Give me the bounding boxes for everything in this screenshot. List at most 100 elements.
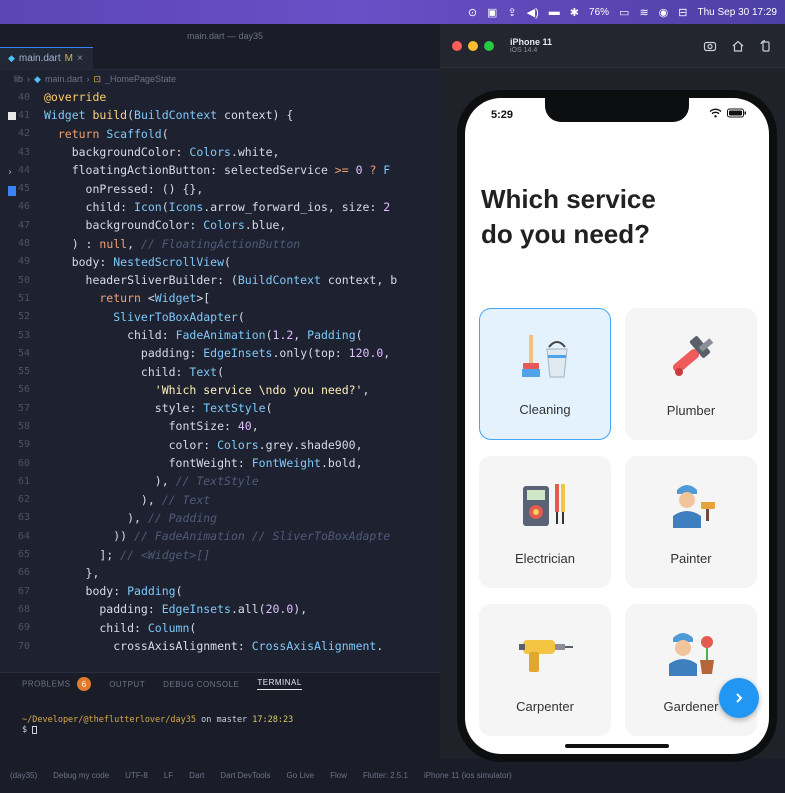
- screenshot-icon[interactable]: [703, 39, 717, 53]
- code-line[interactable]: 61 ), // TextStyle: [0, 472, 450, 490]
- code-line[interactable]: 69 child: Column(: [0, 619, 450, 637]
- code-line[interactable]: 51 return <Widget>[: [0, 289, 450, 307]
- display-icon[interactable]: ▣: [487, 6, 497, 19]
- code-line[interactable]: 55 child: Text(: [0, 362, 450, 380]
- wifi-icon[interactable]: ≋: [639, 6, 648, 19]
- code-token: (: [237, 309, 245, 324]
- tab-output[interactable]: OUTPUT: [109, 680, 145, 689]
- home-icon[interactable]: [731, 39, 745, 53]
- code-text: child: FadeAnimation(1.2, Padding(: [44, 328, 362, 342]
- tab-problems[interactable]: PROBLEMS 6: [22, 677, 92, 691]
- code-line[interactable]: 52 SliverToBoxAdapter(: [0, 308, 450, 326]
- tab-main-dart[interactable]: ◆ main.dart M ×: [0, 47, 93, 69]
- code-line[interactable]: 68 padding: EdgeInsets.all(20.0),: [0, 600, 450, 618]
- status-item[interactable]: Flow: [330, 771, 347, 780]
- control-center-icon[interactable]: ⊟: [678, 6, 687, 19]
- status-item[interactable]: (day35): [10, 771, 37, 780]
- folding-chevron-icon[interactable]: ›: [8, 167, 16, 179]
- service-card-plumber[interactable]: Plumber: [625, 308, 757, 440]
- macos-menubar: ⊙ ▣ ⇪ ◀) ▬ ✱ 76% ▭ ≋ ◉ ⊟ Thu Sep 30 17:2…: [0, 0, 785, 24]
- status-item[interactable]: LF: [164, 771, 173, 780]
- code-line[interactable]: 48 ) : null, // FloatingActionButton: [0, 234, 450, 252]
- code-line[interactable]: 44 floatingActionButton: selectedService…: [0, 161, 450, 179]
- code-line[interactable]: 54 padding: EdgeInsets.only(top: 120.0,: [0, 344, 450, 362]
- code-line[interactable]: 65 ]; // <Widget>[]: [0, 545, 450, 563]
- status-item[interactable]: iPhone 11 (ios simulator): [424, 771, 512, 780]
- code-line[interactable]: 67 body: Padding(: [0, 582, 450, 600]
- code-line[interactable]: 57 style: TextStyle(: [0, 399, 450, 417]
- status-item[interactable]: UTF-8: [125, 771, 148, 780]
- flag-icon[interactable]: ▬: [549, 6, 560, 18]
- code-line[interactable]: 46 child: Icon(Icons.arrow_forward_ios, …: [0, 198, 450, 216]
- minimize-window-button[interactable]: [468, 40, 478, 51]
- code-line[interactable]: 63 ), // Padding: [0, 509, 450, 527]
- line-number: 64: [17, 530, 30, 542]
- code-token: .bold,: [320, 456, 363, 471]
- bluetooth-icon[interactable]: ✱: [570, 6, 579, 19]
- battery-percent[interactable]: 76%: [589, 7, 609, 18]
- code-line[interactable]: 45 onPressed: () {},: [0, 179, 450, 197]
- close-window-button[interactable]: [452, 40, 462, 51]
- tab-debug-console[interactable]: DEBUG CONSOLE: [163, 680, 239, 689]
- code-line[interactable]: 59 color: Colors.grey.shade900,: [0, 436, 450, 454]
- status-item[interactable]: Dart DevTools: [220, 771, 270, 780]
- tab-terminal[interactable]: TERMINAL: [257, 678, 302, 690]
- status-item[interactable]: Flutter: 2.5.1: [363, 771, 408, 780]
- code-line[interactable]: 43 backgroundColor: Colors.white,: [0, 143, 450, 161]
- status-item[interactable]: Dart: [189, 771, 204, 780]
- menubar-clock[interactable]: Thu Sep 30 17:29: [697, 7, 777, 18]
- code-line[interactable]: 60 fontWeight: FontWeight.bold,: [0, 454, 450, 472]
- code-line[interactable]: 42 return Scaffold(: [0, 125, 450, 143]
- status-item[interactable]: Go Live: [287, 771, 315, 780]
- battery-icon[interactable]: ▭: [619, 6, 629, 19]
- code-line[interactable]: 58 fontSize: 40,: [0, 417, 450, 435]
- user-icon[interactable]: ◉: [659, 6, 669, 19]
- service-card-carpenter[interactable]: Carpenter: [479, 604, 611, 736]
- code-token: ];: [44, 547, 121, 562]
- code-editor[interactable]: 40 @override 41 Widget build(BuildContext c…: [0, 88, 450, 672]
- breadcrumb-item[interactable]: main.dart: [45, 74, 83, 84]
- code-token: .: [376, 639, 384, 654]
- code-line[interactable]: 41 Widget build(BuildContext context) {: [0, 106, 450, 124]
- terminal[interactable]: ~/Developer/@theflutterlover/day35 on ma…: [0, 695, 450, 735]
- service-card-electrician[interactable]: Electrician: [479, 456, 611, 588]
- status-item[interactable]: Debug my code: [53, 771, 109, 780]
- code-line[interactable]: 47 backgroundColor: Colors.blue,: [0, 216, 450, 234]
- chevron-right-icon: ›: [27, 74, 31, 84]
- code-line[interactable]: 56 'Which service \ndo you need?',: [0, 381, 450, 399]
- service-label: Painter: [670, 551, 712, 566]
- line-number: 56: [17, 384, 30, 396]
- next-fab-button[interactable]: [719, 678, 759, 718]
- service-card-painter[interactable]: Painter: [625, 456, 757, 588]
- code-line[interactable]: 70 crossAxisAlignment: CrossAxisAlignmen…: [0, 637, 450, 655]
- home-indicator[interactable]: [565, 744, 669, 748]
- code-line[interactable]: 50 headerSliverBuilder: (BuildContext co…: [0, 271, 450, 289]
- zoom-window-button[interactable]: [484, 40, 494, 51]
- rotate-icon[interactable]: [759, 39, 773, 53]
- breadcrumb-item[interactable]: lib: [14, 74, 23, 84]
- close-icon[interactable]: ×: [77, 53, 83, 64]
- code-token: FontWeight: [251, 456, 321, 471]
- code-token: EdgeInsets: [203, 346, 273, 361]
- code-line[interactable]: 53 child: FadeAnimation(1.2, Padding(: [0, 326, 450, 344]
- breadcrumb-item[interactable]: _HomePageState: [105, 74, 176, 84]
- editor-tabs: ◆ main.dart M ×: [0, 47, 450, 70]
- code-token: Widget: [154, 291, 197, 306]
- code-line[interactable]: 66 },: [0, 564, 450, 582]
- code-text: backgroundColor: Colors.white,: [44, 145, 280, 159]
- code-line[interactable]: 62 ), // Text: [0, 491, 450, 509]
- line-number: 47: [17, 219, 30, 231]
- code-token: ),: [44, 492, 162, 507]
- code-line[interactable]: 40 @override: [0, 88, 450, 106]
- line-number: 55: [17, 366, 30, 378]
- volume-icon[interactable]: ◀): [527, 6, 539, 19]
- service-card-cleaning[interactable]: Cleaning: [479, 308, 611, 440]
- screen-record-icon[interactable]: ⊙: [468, 6, 477, 19]
- code-line[interactable]: 64 )) // FadeAnimation // SliverToBoxAda…: [0, 527, 450, 545]
- simulator-actions: [703, 39, 773, 53]
- code-token: 20.0: [265, 602, 294, 617]
- code-token: 0: [348, 163, 363, 178]
- plumber-icon: [672, 336, 714, 376]
- upload-icon[interactable]: ⇪: [507, 6, 516, 19]
- code-line[interactable]: 49 body: NestedScrollView(: [0, 253, 450, 271]
